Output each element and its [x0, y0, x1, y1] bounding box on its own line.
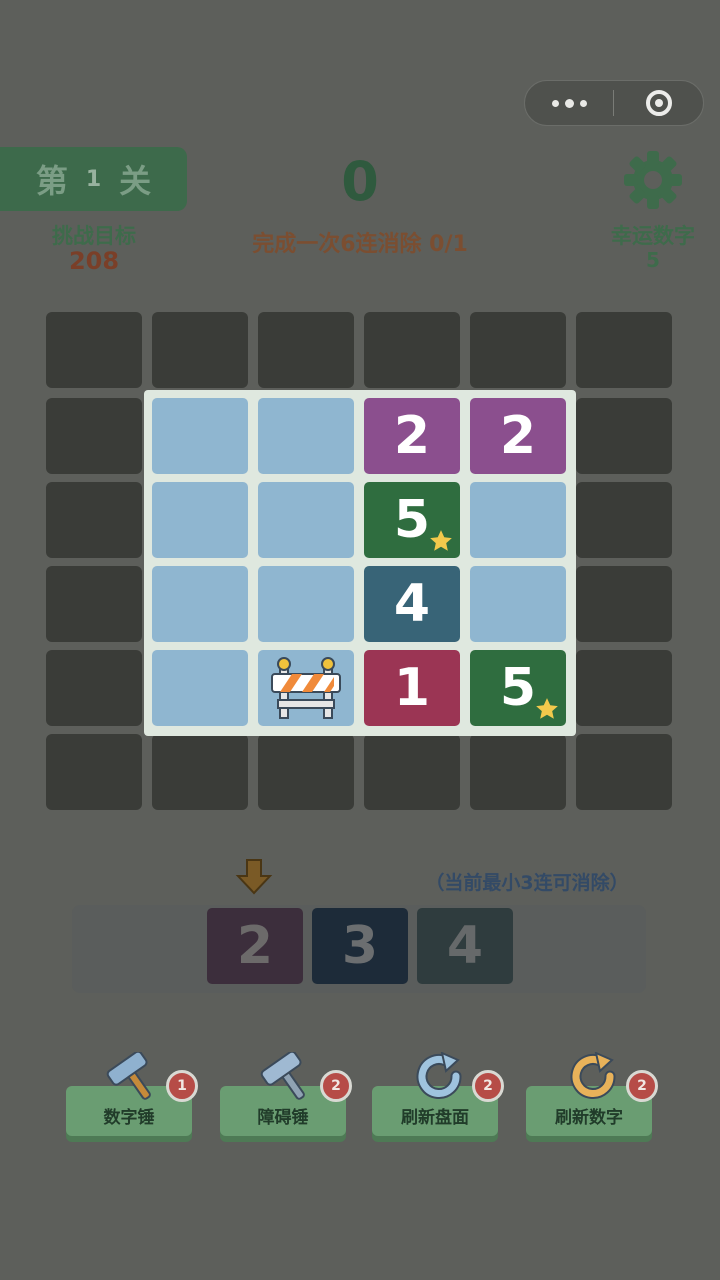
refresh-board-icon	[416, 1052, 462, 1099]
board-cell	[46, 734, 142, 810]
board-cell	[46, 650, 142, 726]
tool-count-badge: 2	[320, 1070, 352, 1102]
obstacle-hammer-button[interactable]: 障碍锤 2	[220, 1052, 352, 1142]
lucky-number-tile[interactable]: 5	[470, 650, 566, 726]
barrier-tile[interactable]	[258, 650, 354, 726]
tool-label: 刷新数字	[555, 1108, 623, 1128]
board-cell	[576, 482, 672, 558]
tool-label: 数字锤	[103, 1108, 155, 1128]
target-close-icon[interactable]	[614, 81, 703, 125]
empty-tile[interactable]	[152, 482, 248, 558]
board-cell	[46, 566, 142, 642]
tool-label: 障碍锤	[257, 1108, 309, 1128]
empty-tile[interactable]	[152, 566, 248, 642]
mini-program-capsule	[524, 80, 704, 126]
number-hammer-icon	[106, 1052, 151, 1100]
star-icon	[430, 530, 452, 551]
empty-tile[interactable]	[258, 566, 354, 642]
active-board-area: 2 2 5 4 1 5	[144, 390, 576, 736]
board-cell	[576, 566, 672, 642]
tool-label: 刷新盘面	[401, 1108, 469, 1128]
board-cell	[46, 398, 142, 474]
arrow-down-icon	[235, 859, 273, 895]
barrier-icon	[271, 657, 341, 719]
star-icon	[536, 698, 558, 719]
number-tile[interactable]: 1	[364, 650, 460, 726]
level-prefix: 第	[35, 162, 68, 200]
queue-tile[interactable]: 2	[207, 908, 303, 984]
board-cell	[152, 734, 248, 810]
more-dots-icon[interactable]	[525, 81, 613, 125]
number-tile[interactable]: 2	[364, 398, 460, 474]
board-cell	[46, 312, 142, 388]
score: 0	[341, 150, 379, 213]
target-value: 208	[68, 247, 120, 275]
refresh-number-button[interactable]: 刷新数字 2	[526, 1052, 658, 1142]
board-cell	[576, 398, 672, 474]
empty-tile[interactable]	[258, 398, 354, 474]
tile-number: 5	[499, 658, 537, 718]
empty-tile[interactable]	[258, 482, 354, 558]
queue-hint: （当前最小3连可消除）	[425, 872, 629, 894]
board-cell	[470, 312, 566, 388]
empty-tile[interactable]	[470, 566, 566, 642]
lucky-number-label: 幸运数字	[611, 224, 695, 248]
board-cell	[576, 734, 672, 810]
board-cell	[364, 734, 460, 810]
tile-number: 5	[393, 490, 431, 550]
board-cell	[152, 312, 248, 388]
obstacle-hammer-icon	[260, 1052, 305, 1100]
tool-count-badge: 2	[472, 1070, 504, 1102]
empty-tile[interactable]	[152, 650, 248, 726]
board-cell	[258, 734, 354, 810]
gear-icon[interactable]	[616, 150, 690, 210]
queue-tile[interactable]: 3	[312, 908, 408, 984]
tool-count-badge: 1	[166, 1070, 198, 1102]
level-number: 1	[85, 166, 102, 192]
board-cell	[46, 482, 142, 558]
empty-tile[interactable]	[470, 482, 566, 558]
target-label: 挑战目标	[52, 224, 136, 248]
level-badge: 第 1 关	[0, 147, 187, 211]
level-suffix: 关	[119, 162, 152, 200]
board-cell	[364, 312, 460, 388]
number-hammer-button[interactable]: 数字锤 1	[66, 1052, 198, 1142]
queue-tile[interactable]: 4	[417, 908, 513, 984]
number-tile[interactable]: 2	[470, 398, 566, 474]
refresh-number-icon	[570, 1052, 616, 1099]
number-tile[interactable]: 4	[364, 566, 460, 642]
board-cell	[576, 312, 672, 388]
board-cell	[470, 734, 566, 810]
lucky-number-value: 5	[646, 248, 660, 272]
tool-count-badge: 2	[626, 1070, 658, 1102]
board-cell	[576, 650, 672, 726]
lucky-number-tile[interactable]: 5	[364, 482, 460, 558]
empty-tile[interactable]	[152, 398, 248, 474]
board-cell	[258, 312, 354, 388]
mission-text: 完成一次6连消除 0/1	[252, 232, 468, 257]
refresh-board-button[interactable]: 刷新盘面 2	[372, 1052, 504, 1142]
